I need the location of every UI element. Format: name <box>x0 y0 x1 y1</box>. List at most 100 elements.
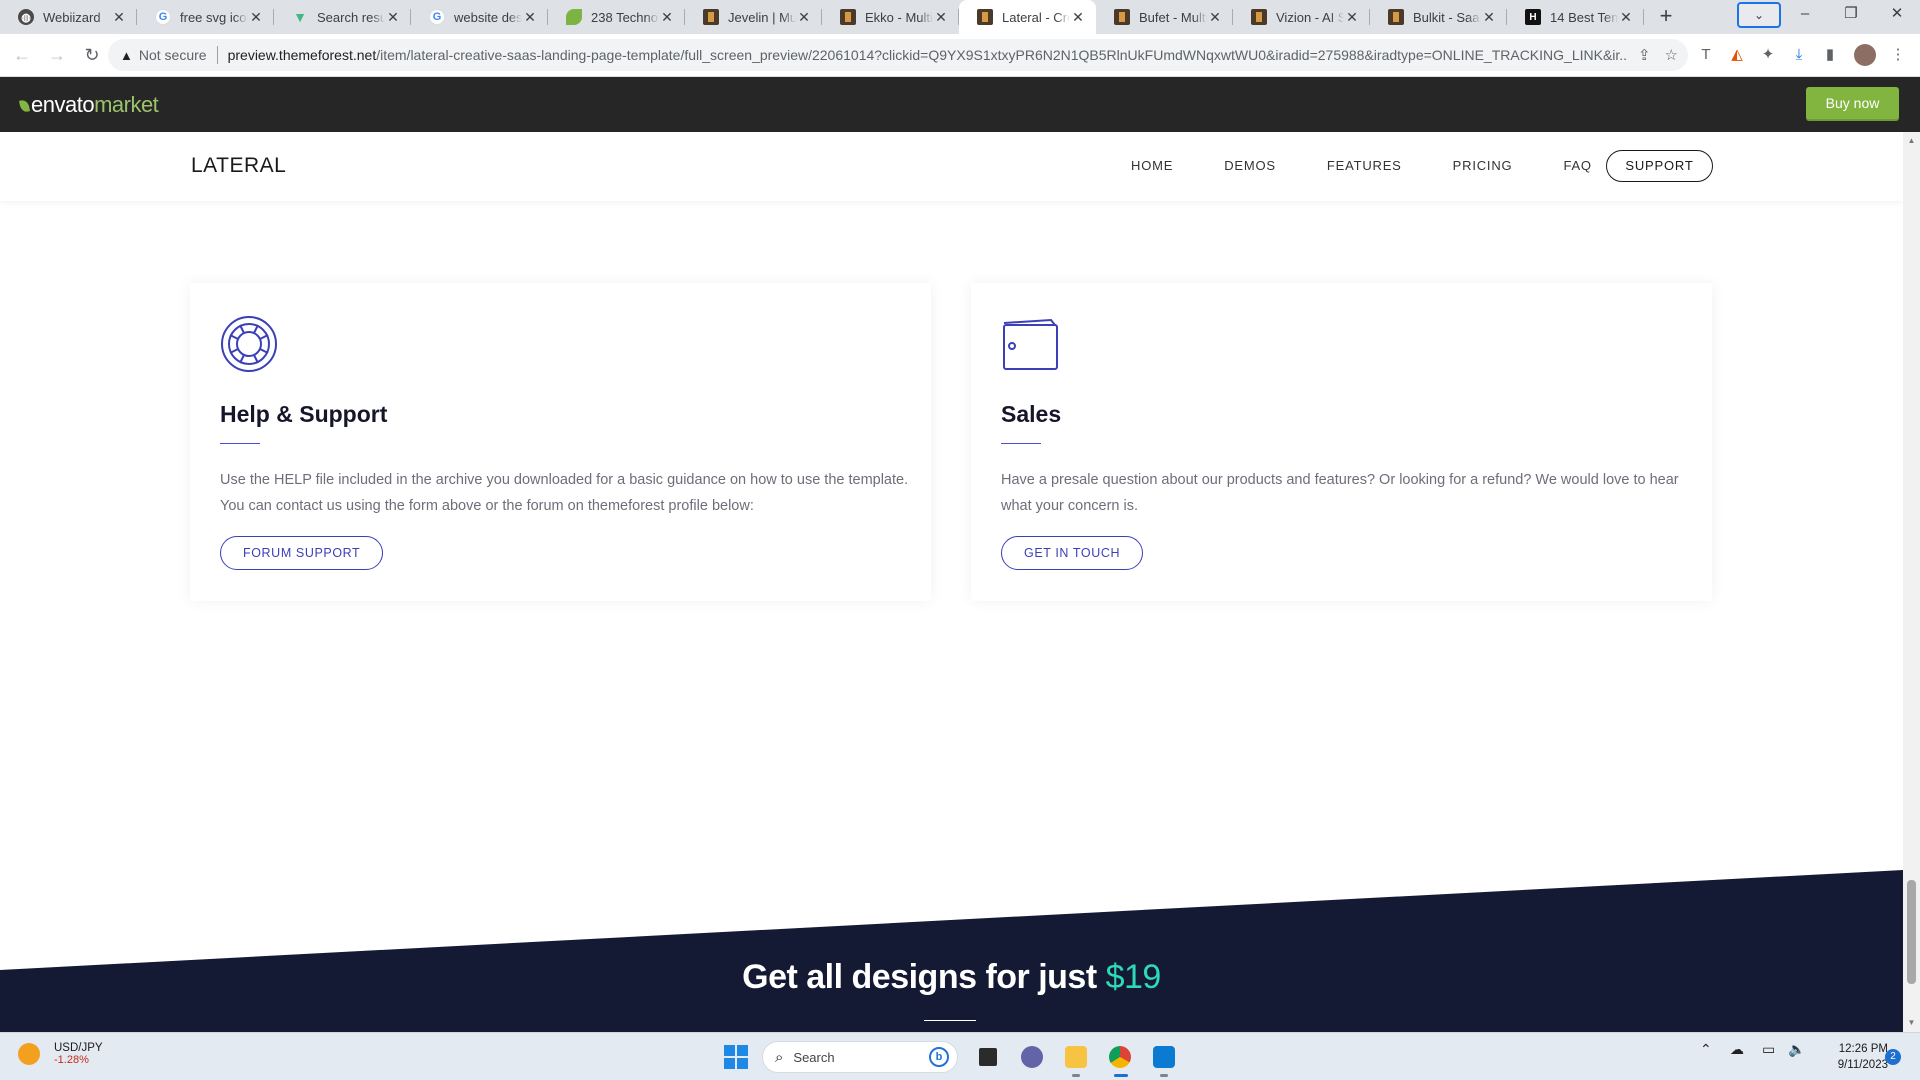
nav-home[interactable]: HOME <box>1131 158 1173 173</box>
url-text[interactable]: preview.themeforest.net/item/lateral-cre… <box>228 47 1628 63</box>
close-tab-icon[interactable]: ✕ <box>1070 9 1086 25</box>
chat-icon <box>1021 1046 1043 1068</box>
close-tab-icon[interactable]: ✕ <box>385 9 401 25</box>
envato-leaf-icon <box>19 99 30 113</box>
envato-logo[interactable]: envatomarket <box>19 92 159 118</box>
extension-t-icon[interactable]: T <box>1694 41 1718 69</box>
close-tab-icon[interactable]: ✕ <box>111 9 127 25</box>
profile-avatar[interactable] <box>1854 44 1876 66</box>
clock-date: 9/11/2023 <box>1837 1059 1888 1071</box>
browser-tab[interactable]: ◍ Webiizard ✕ <box>0 0 137 34</box>
scroll-down-arrow[interactable]: ▼ <box>1907 1018 1916 1027</box>
promo-heading: Get all designs for just $19 <box>0 958 1903 997</box>
nav-pricing[interactable]: PRICING <box>1453 158 1513 173</box>
page-viewport: LATERAL HOME DEMOS FEATURES PRICING FAQ … <box>0 132 1903 1032</box>
page-scrollbar[interactable]: ▲ ▼ <box>1903 132 1920 1032</box>
browser-tab[interactable]: Bulkit - Saas L✕ <box>1370 0 1507 34</box>
clock[interactable]: 12:26 PM 9/11/2023 <box>1816 1041 1888 1073</box>
menu-dots-icon[interactable]: ⋮ <box>1886 41 1910 69</box>
browser-tab[interactable]: Vizion - AI Sta✕ <box>1233 0 1370 34</box>
close-tab-icon[interactable]: ✕ <box>522 9 538 25</box>
start-button[interactable] <box>724 1045 748 1069</box>
tab-title: 238 Technology <box>591 9 659 25</box>
tab-search-button[interactable]: ⌄ <box>1737 2 1781 28</box>
vscode-button[interactable] <box>1145 1039 1183 1077</box>
nav-faq[interactable]: FAQ <box>1563 158 1591 173</box>
security-label[interactable]: Not secure <box>139 47 207 63</box>
close-tab-icon[interactable]: ✕ <box>1344 9 1360 25</box>
close-tab-icon[interactable]: ✕ <box>659 9 675 25</box>
task-view-icon <box>979 1048 997 1066</box>
taskbar-search[interactable]: ⌕ Search b <box>762 1041 958 1073</box>
browser-tab[interactable]: 238 Technology✕ <box>548 0 685 34</box>
back-button[interactable]: ← <box>8 41 36 69</box>
themeforest-icon <box>703 9 719 25</box>
buy-now-button[interactable]: Buy now <box>1806 87 1899 119</box>
minimize-button[interactable]: – <box>1782 0 1828 30</box>
vscode-icon <box>1153 1046 1175 1068</box>
tab-strip: ◍Webiizard✕Gfree svg icons✕▼Search resul… <box>0 0 1920 34</box>
reload-button[interactable]: ↻ <box>78 41 106 69</box>
themeforest-icon <box>1251 9 1267 25</box>
warning-icon[interactable]: ▲ <box>120 48 133 63</box>
webiizard-icon: ◍ <box>18 9 34 25</box>
close-tab-icon[interactable]: ✕ <box>248 9 264 25</box>
browser-tab[interactable]: Jevelin | Multi-✕ <box>685 0 822 34</box>
lifebuoy-icon <box>221 316 277 372</box>
taskbar-apps: ⌕ Search b <box>724 1039 1186 1077</box>
teams-chat-button[interactable] <box>1013 1039 1051 1075</box>
card-description: Have a presale question about our produc… <box>1001 472 1679 514</box>
close-tab-icon[interactable]: ✕ <box>1207 9 1223 25</box>
search-placeholder: Search <box>793 1049 835 1065</box>
share-icon[interactable]: ⇪ <box>1638 46 1651 64</box>
nav-demos[interactable]: DEMOS <box>1224 158 1276 173</box>
new-tab-button[interactable]: + <box>1652 3 1680 31</box>
show-hidden-icons[interactable]: ⌃ <box>1700 1041 1712 1058</box>
browser-tab[interactable]: H 14 Best Templ✕ <box>1507 0 1644 34</box>
volume-icon[interactable]: 🔈 <box>1788 1041 1805 1058</box>
bing-icon[interactable]: b <box>929 1047 949 1067</box>
close-tab-icon[interactable]: ✕ <box>796 9 812 25</box>
extensions-puzzle-icon[interactable]: ✦ <box>1756 41 1780 69</box>
chrome-button[interactable] <box>1101 1039 1139 1077</box>
bookmark-star-icon[interactable]: ☆ <box>1665 46 1678 64</box>
chrome-icon <box>1109 1046 1131 1068</box>
download-icon[interactable]: ⤓ <box>1787 41 1811 69</box>
scroll-up-arrow[interactable]: ▲ <box>1907 136 1916 145</box>
tab-title: Bufet - Multi- <box>1139 9 1207 25</box>
currency-icon <box>18 1043 40 1065</box>
wallet-icon <box>1003 318 1058 370</box>
close-window-button[interactable]: ✕ <box>1874 0 1920 30</box>
nav-support-button[interactable]: SUPPORT <box>1606 150 1713 182</box>
forward-button[interactable]: → <box>43 41 71 69</box>
side-panel-icon[interactable]: ▮ <box>1818 41 1842 69</box>
network-icon[interactable]: ▭ <box>1762 1041 1775 1058</box>
file-explorer-button[interactable] <box>1057 1039 1095 1077</box>
forum-support-button[interactable]: FORUM SUPPORT <box>220 536 384 570</box>
browser-tab[interactable]: Ekko - Multi-P✕ <box>822 0 959 34</box>
tab-title: Lateral - Creat <box>1002 9 1070 25</box>
scroll-thumb[interactable] <box>1907 880 1916 984</box>
close-tab-icon[interactable]: ✕ <box>1618 9 1634 25</box>
browser-tab[interactable]: Bufet - Multi- ✕ <box>1096 0 1233 34</box>
nav-features[interactable]: FEATURES <box>1327 158 1402 173</box>
browser-tab[interactable]: Gwebsite design✕ <box>411 0 548 34</box>
extension-chart-icon[interactable]: ◭ <box>1725 41 1749 69</box>
browser-tab[interactable]: Gfree svg icons✕ <box>137 0 274 34</box>
search-icon: ⌕ <box>775 1048 784 1066</box>
get-in-touch-button[interactable]: GET IN TOUCH <box>1001 536 1144 570</box>
task-view-button[interactable] <box>969 1039 1007 1075</box>
close-tab-icon[interactable]: ✕ <box>933 9 949 25</box>
site-header: LATERAL HOME DEMOS FEATURES PRICING FAQ … <box>0 132 1903 201</box>
site-logo[interactable]: LATERAL <box>191 154 286 178</box>
stock-widget[interactable]: USD/JPY -1.28% <box>18 1042 103 1066</box>
restore-button[interactable]: ❐ <box>1828 0 1874 30</box>
address-bar[interactable]: ▲ Not secure preview.themeforest.net/ite… <box>108 39 1688 71</box>
notification-badge[interactable]: 2 <box>1885 1049 1901 1065</box>
browser-tab[interactable]: Lateral - Creat✕ <box>959 0 1096 34</box>
envato-logo-main: envato <box>31 92 95 117</box>
onedrive-icon[interactable]: ☁ <box>1730 1041 1744 1058</box>
close-tab-icon[interactable]: ✕ <box>1481 9 1497 25</box>
browser-tab[interactable]: ▼ Search results✕ <box>274 0 411 34</box>
vue-icon: ▼ <box>293 9 307 25</box>
